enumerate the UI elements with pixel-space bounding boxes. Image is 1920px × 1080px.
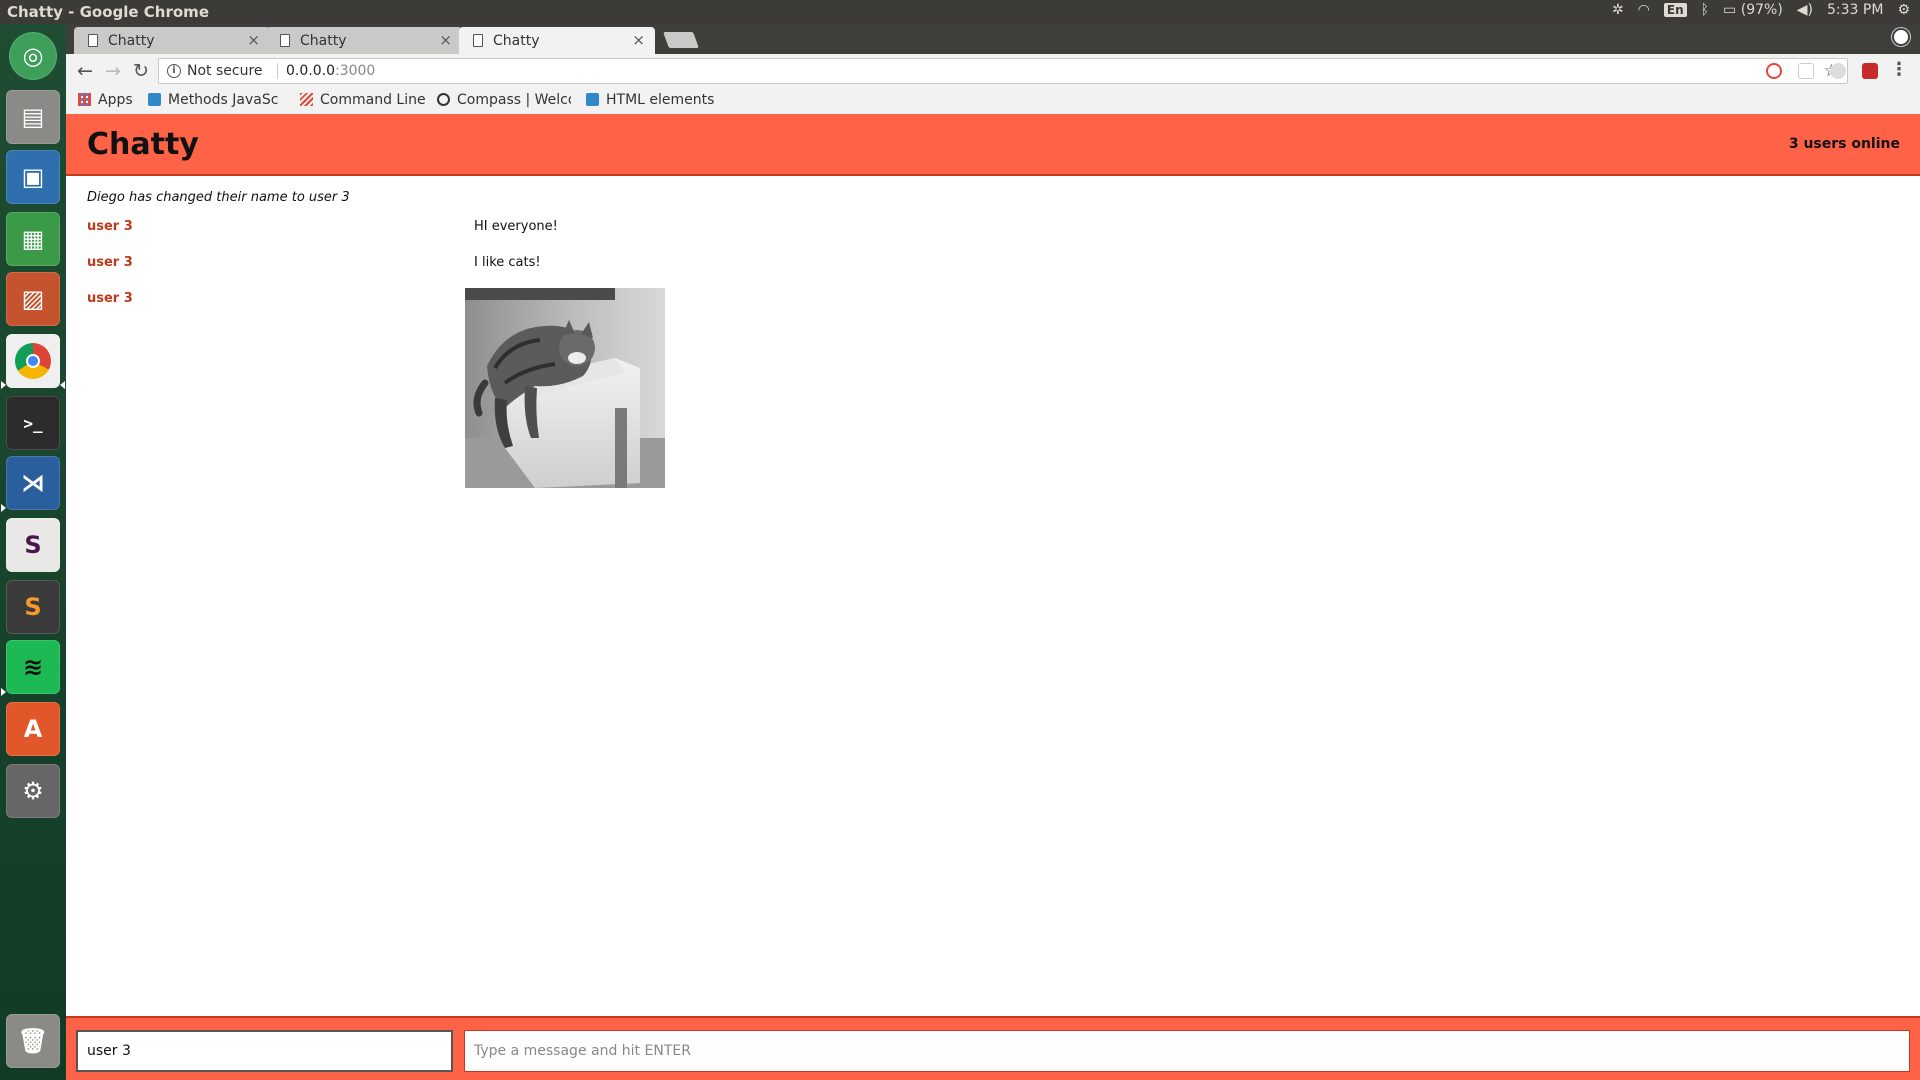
focused-indicator	[60, 381, 65, 389]
apps-grid-icon	[78, 93, 91, 106]
tab-label: Chatty	[493, 33, 540, 49]
app-launcher: ◎ ▤ ▣ ▦ ▨ >_ ⋊ S S ≋ A ⚙ 🗑	[0, 24, 66, 1080]
tab-label: Chatty	[108, 33, 155, 49]
address-bar[interactable]: i Not secure 0.0.0.0:3000 ☆	[158, 58, 1848, 84]
battery-icon: ▭	[1723, 2, 1737, 18]
app-title: Chatty	[87, 127, 199, 162]
browser-tab-strip: Chatty × Chatty × Chatty ×	[66, 24, 1920, 54]
bluetooth-icon[interactable]: ᛒ	[1701, 2, 1709, 18]
tab-chatty-1[interactable]: Chatty ×	[74, 27, 270, 54]
tab-chatty-active[interactable]: Chatty ×	[459, 27, 655, 54]
bookmark-command-line[interactable]: Command Line	[300, 92, 426, 108]
bookmark-favicon-icon	[586, 93, 599, 106]
image-viewer-app-icon[interactable]: ▣	[6, 150, 60, 204]
forward-arrow-icon[interactable]: →	[100, 58, 126, 84]
running-indicator	[1, 688, 6, 696]
bookmark-apps[interactable]: Apps	[78, 92, 133, 108]
message-content: HI everyone!	[474, 219, 558, 234]
message-username: user 3	[87, 219, 133, 234]
window-title: Chatty - Google Chrome	[7, 3, 209, 21]
ubuntu-dash-icon[interactable]: ◎	[9, 32, 57, 80]
bookmark-html-elements[interactable]: HTML elements	[586, 92, 726, 108]
page-icon	[88, 34, 98, 47]
compass-favicon-icon	[437, 93, 450, 106]
browser-toolbar: ← → ↻ i Not secure 0.0.0.0:3000 ☆ ⋮	[66, 54, 1920, 88]
terminal-app-icon[interactable]: >_	[6, 396, 60, 450]
network-settings-icon[interactable]: ✲	[1612, 2, 1624, 18]
chrome-logo	[15, 343, 51, 379]
bookmarks-bar: Apps Methods JavaSc Command Line Compass…	[66, 88, 1920, 114]
bookmark-label: HTML elements	[606, 92, 715, 108]
files-app-icon[interactable]: ▤	[6, 90, 60, 144]
close-icon[interactable]: ×	[439, 31, 452, 49]
bookmark-label: Apps	[98, 92, 133, 108]
wifi-icon[interactable]: ◠	[1638, 2, 1650, 18]
volume-icon[interactable]: ◀)	[1797, 2, 1813, 18]
spreadsheet-app-icon[interactable]: ▦	[6, 212, 60, 266]
slack-app-icon[interactable]: S	[6, 518, 60, 572]
bookmark-favicon-icon	[300, 93, 313, 106]
back-arrow-icon[interactable]: ←	[72, 58, 98, 84]
message-input[interactable]	[464, 1030, 1910, 1072]
running-indicator	[1, 504, 6, 512]
profile-avatar-icon[interactable]	[1892, 28, 1910, 46]
chat-composer	[66, 1016, 1920, 1080]
system-notification: Diego has changed their name to user 3	[87, 190, 350, 205]
chatty-app: Chatty 3 users online Diego has changed …	[66, 114, 1920, 1080]
presentation-app-icon[interactable]: ▨	[6, 272, 60, 326]
software-center-app-icon[interactable]: A	[6, 702, 60, 756]
bookmark-compass[interactable]: Compass | Welco	[437, 92, 571, 108]
url-host: 0.0.0.0	[286, 63, 335, 79]
close-icon[interactable]: ×	[247, 31, 260, 49]
system-top-bar: Chatty - Google Chrome ✲ ◠ En ᛒ ▭ (97%) …	[0, 0, 1920, 24]
close-icon[interactable]: ×	[632, 31, 645, 49]
users-online-count: 3 users online	[1788, 136, 1900, 152]
new-tab-button[interactable]	[663, 32, 699, 48]
battery-indicator[interactable]: ▭ (97%)	[1723, 2, 1783, 18]
divider	[277, 63, 278, 79]
extension-icon[interactable]	[1862, 63, 1878, 79]
spotify-app-icon[interactable]: ≋	[6, 640, 60, 694]
bookmark-favicon-icon	[148, 93, 161, 106]
battery-percent: (97%)	[1740, 2, 1783, 18]
bookmark-label: Methods JavaSc	[168, 92, 279, 108]
bookmark-methods-javascript[interactable]: Methods JavaSc	[148, 92, 282, 108]
trash-icon[interactable]: 🗑	[6, 1014, 60, 1068]
extension-icon[interactable]	[1798, 63, 1814, 79]
app-header: Chatty 3 users online	[66, 114, 1920, 176]
extension-icon[interactable]	[1830, 63, 1846, 79]
message-content: I like cats!	[474, 255, 541, 270]
system-tray: ✲ ◠ En ᛒ ▭ (97%) ◀) 5:33 PM ⚙	[1612, 2, 1910, 18]
clock[interactable]: 5:33 PM	[1827, 2, 1883, 18]
session-gear-icon[interactable]: ⚙	[1897, 2, 1910, 18]
bookmark-label: Command Line	[320, 92, 426, 108]
extension-icon[interactable]	[1766, 63, 1782, 79]
page-icon	[280, 34, 290, 47]
reload-icon[interactable]: ↻	[128, 58, 154, 84]
running-indicator	[1, 381, 6, 389]
bookmark-label: Compass | Welco	[457, 92, 571, 108]
vscode-app-icon[interactable]: ⋊	[6, 456, 60, 510]
message-username: user 3	[87, 255, 133, 270]
info-icon[interactable]: i	[167, 64, 181, 78]
keyboard-layout-indicator[interactable]: En	[1663, 3, 1687, 17]
chrome-app-icon[interactable]	[6, 334, 60, 388]
tab-chatty-2[interactable]: Chatty ×	[266, 27, 462, 54]
message-username: user 3	[87, 291, 133, 306]
system-settings-app-icon[interactable]: ⚙	[6, 764, 60, 818]
sublime-text-app-icon[interactable]: S	[6, 580, 60, 634]
browser-menu-icon[interactable]: ⋮	[1890, 59, 1908, 80]
url-text[interactable]: 0.0.0.0:3000	[286, 63, 375, 79]
url-port: :3000	[334, 63, 376, 79]
security-label[interactable]: Not secure	[187, 63, 263, 79]
page-icon	[473, 34, 483, 47]
tab-label: Chatty	[300, 33, 347, 49]
cat-photo	[465, 288, 665, 488]
username-field[interactable]	[76, 1030, 453, 1072]
cat-image	[465, 288, 665, 488]
